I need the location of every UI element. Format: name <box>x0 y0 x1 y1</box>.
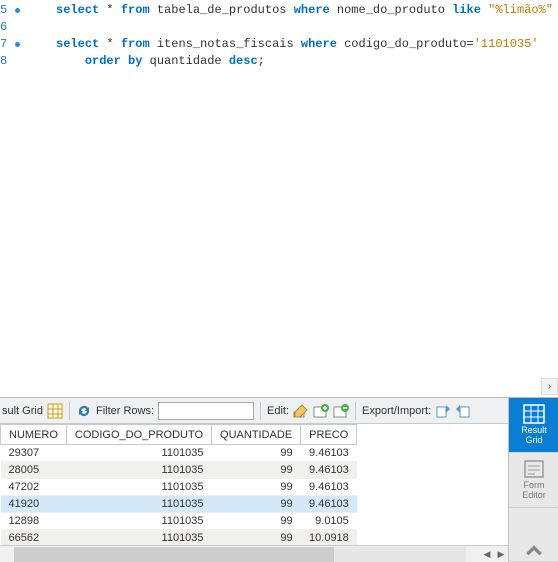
grid-icon[interactable] <box>47 403 63 419</box>
form-editor-label: Form Editor <box>522 481 546 501</box>
table-cell: 12898 <box>1 513 67 530</box>
table-cell: 9.46103 <box>301 445 357 462</box>
sql-editor[interactable]: 5678 select * from tabela_de_produtos wh… <box>0 0 558 380</box>
code-line[interactable]: select * from tabela_de_produtos where n… <box>27 2 558 19</box>
table-cell: 1101035 <box>66 496 211 513</box>
line-number: 8 <box>0 53 11 70</box>
scrollbar-thumb[interactable] <box>14 547 334 562</box>
table-cell: 99 <box>212 530 301 546</box>
result-sidebar: Result Grid Form Editor <box>508 398 558 562</box>
table-cell: 28005 <box>1 462 67 479</box>
result-table: NUMEROCODIGO_DO_PRODUTOQUANTIDADEPRECO 2… <box>0 424 357 545</box>
line-gutter: 5678 <box>0 0 11 380</box>
result-panel: sult Grid Filter Rows: Edit: Export/Impo… <box>0 397 558 562</box>
table-cell: 41920 <box>1 496 67 513</box>
header-row: NUMEROCODIGO_DO_PRODUTOQUANTIDADEPRECO <box>1 425 357 445</box>
table-cell: 9.46103 <box>301 462 357 479</box>
table-cell: 1101035 <box>66 445 211 462</box>
line-number: 6 <box>0 19 11 36</box>
table-cell: 66562 <box>1 530 67 546</box>
code-area[interactable]: select * from tabela_de_produtos where n… <box>11 0 558 380</box>
add-row-icon[interactable] <box>313 403 329 419</box>
table-cell: 9.0105 <box>301 513 357 530</box>
table-cell: 99 <box>212 462 301 479</box>
table-cell: 10.0918 <box>301 530 357 546</box>
table-cell: 1101035 <box>66 513 211 530</box>
table-row[interactable]: 6656211010359910.0918 <box>1 530 357 546</box>
result-toolbar: sult Grid Filter Rows: Edit: Export/Impo… <box>0 398 508 424</box>
table-cell: 99 <box>212 479 301 496</box>
form-editor-button[interactable]: Form Editor <box>509 453 558 508</box>
table-row[interactable]: 293071101035999.46103 <box>1 445 357 462</box>
export-icon[interactable] <box>435 403 451 419</box>
chevron-up-icon <box>523 541 545 561</box>
horizontal-scrollbar[interactable]: ◀ ▶ <box>0 545 508 562</box>
line-number: 5 <box>0 2 11 19</box>
table-cell: 99 <box>212 445 301 462</box>
scroll-right-icon[interactable]: ▶ <box>494 547 508 562</box>
column-header[interactable]: PRECO <box>301 425 357 445</box>
table-cell: 99 <box>212 513 301 530</box>
result-grid-button[interactable]: Result Grid <box>509 398 558 453</box>
delete-row-icon[interactable] <box>333 403 349 419</box>
table-cell: 29307 <box>1 445 67 462</box>
edit-row-icon[interactable] <box>293 403 309 419</box>
import-icon[interactable] <box>455 403 471 419</box>
result-body: 293071101035999.46103280051101035999.461… <box>1 445 357 546</box>
line-number: 7 <box>0 36 11 53</box>
result-grid[interactable]: NUMEROCODIGO_DO_PRODUTOQUANTIDADEPRECO 2… <box>0 424 508 545</box>
filter-rows-input[interactable] <box>158 402 254 420</box>
result-grid-tab[interactable]: sult Grid <box>2 405 43 417</box>
refresh-icon[interactable] <box>76 403 92 419</box>
scroll-right-arrow[interactable]: › <box>541 378 558 395</box>
table-row[interactable]: 128981101035999.0105 <box>1 513 357 530</box>
column-header[interactable]: CODIGO_DO_PRODUTO <box>66 425 211 445</box>
scroll-left-icon[interactable]: ◀ <box>480 547 494 562</box>
table-cell: 47202 <box>1 479 67 496</box>
code-line[interactable]: order by quantidade desc; <box>27 53 558 70</box>
table-cell: 1101035 <box>66 479 211 496</box>
grid-view-icon <box>523 404 545 424</box>
table-cell: 9.46103 <box>301 496 357 513</box>
code-line[interactable] <box>27 19 558 36</box>
table-cell: 1101035 <box>66 530 211 546</box>
table-row[interactable]: 280051101035999.46103 <box>1 462 357 479</box>
export-import-label: Export/Import: <box>362 405 431 417</box>
table-row[interactable]: 472021101035999.46103 <box>1 479 357 496</box>
table-cell: 9.46103 <box>301 479 357 496</box>
sidebar-collapse-button[interactable] <box>509 540 558 562</box>
edit-label: Edit: <box>267 405 289 417</box>
code-line[interactable]: select * from itens_notas_fiscais where … <box>27 36 558 53</box>
table-cell: 99 <box>212 496 301 513</box>
column-header[interactable]: QUANTIDADE <box>212 425 301 445</box>
table-row[interactable]: 419201101035999.46103 <box>1 496 357 513</box>
table-cell: 1101035 <box>66 462 211 479</box>
result-grid-label: Result Grid <box>521 426 547 446</box>
column-header[interactable]: NUMERO <box>1 425 67 445</box>
form-editor-icon <box>523 459 545 479</box>
filter-rows-label: Filter Rows: <box>96 405 154 417</box>
